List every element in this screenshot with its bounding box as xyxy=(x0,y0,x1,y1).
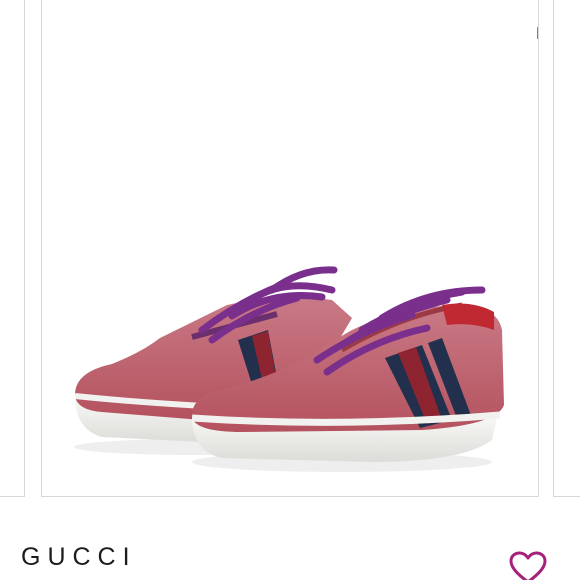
image-carousel[interactable] xyxy=(0,0,580,500)
next-image-peek[interactable] xyxy=(553,0,580,497)
listing-page: GUCCI xyxy=(0,0,580,580)
heart-outline-icon xyxy=(509,551,547,580)
brand-name[interactable]: GUCCI xyxy=(21,543,137,572)
like-button[interactable] xyxy=(508,550,548,580)
previous-image-peek[interactable] xyxy=(0,0,25,497)
current-image-card[interactable] xyxy=(41,0,539,497)
expand-arrows-icon[interactable] xyxy=(530,6,538,46)
product-image[interactable] xyxy=(42,0,539,497)
